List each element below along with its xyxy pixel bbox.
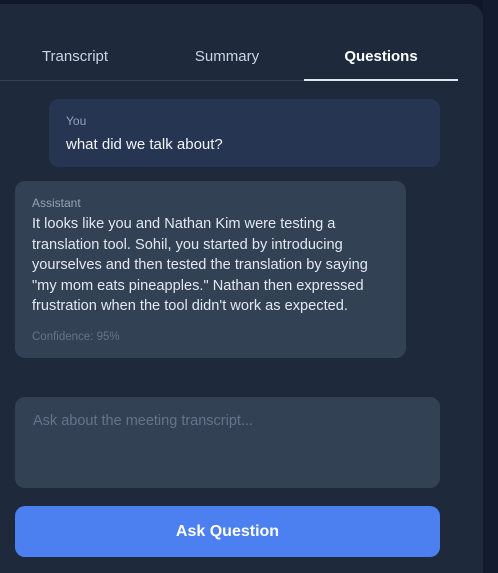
- tab-questions[interactable]: Questions: [304, 34, 458, 81]
- tab-transcript[interactable]: Transcript: [0, 34, 150, 80]
- assistant-message: Assistant It looks like you and Nathan K…: [15, 181, 406, 358]
- questions-panel: Transcript Summary Questions You what di…: [0, 4, 483, 573]
- confidence-label: Confidence: 95%: [32, 331, 120, 343]
- question-input[interactable]: [15, 397, 440, 488]
- user-message: You what did we talk about?: [49, 99, 440, 167]
- tab-summary[interactable]: Summary: [150, 34, 304, 80]
- tab-questions-label: Questions: [344, 48, 418, 65]
- assistant-message-text: It looks like you and Nathan Kim were te…: [32, 216, 368, 314]
- tab-transcript-label: Transcript: [41, 48, 109, 65]
- user-message-text: what did we talk about?: [66, 136, 223, 153]
- tab-summary-label: Summary: [194, 48, 260, 65]
- user-message-role: You: [66, 114, 87, 128]
- tab-bar: Transcript Summary Questions: [0, 34, 458, 81]
- ask-question-button[interactable]: Ask Question: [15, 506, 440, 557]
- assistant-message-role: Assistant: [32, 196, 81, 210]
- background-strip: [483, 0, 498, 573]
